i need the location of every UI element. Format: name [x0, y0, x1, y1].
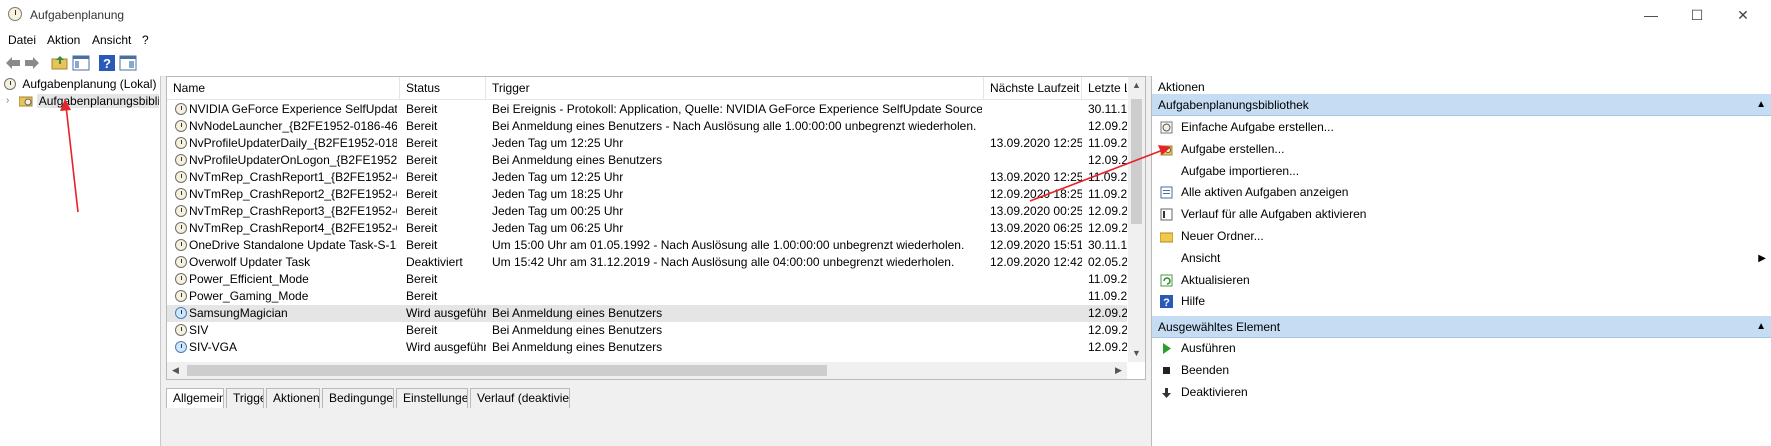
annotation-arrowhead-left [60, 99, 71, 111]
annotation-arrow-right [1029, 149, 1164, 202]
annotation-arrow-left [65, 105, 79, 213]
annotation-arrows [60, 99, 1171, 213]
annotation-arrowhead-right [1158, 145, 1171, 155]
